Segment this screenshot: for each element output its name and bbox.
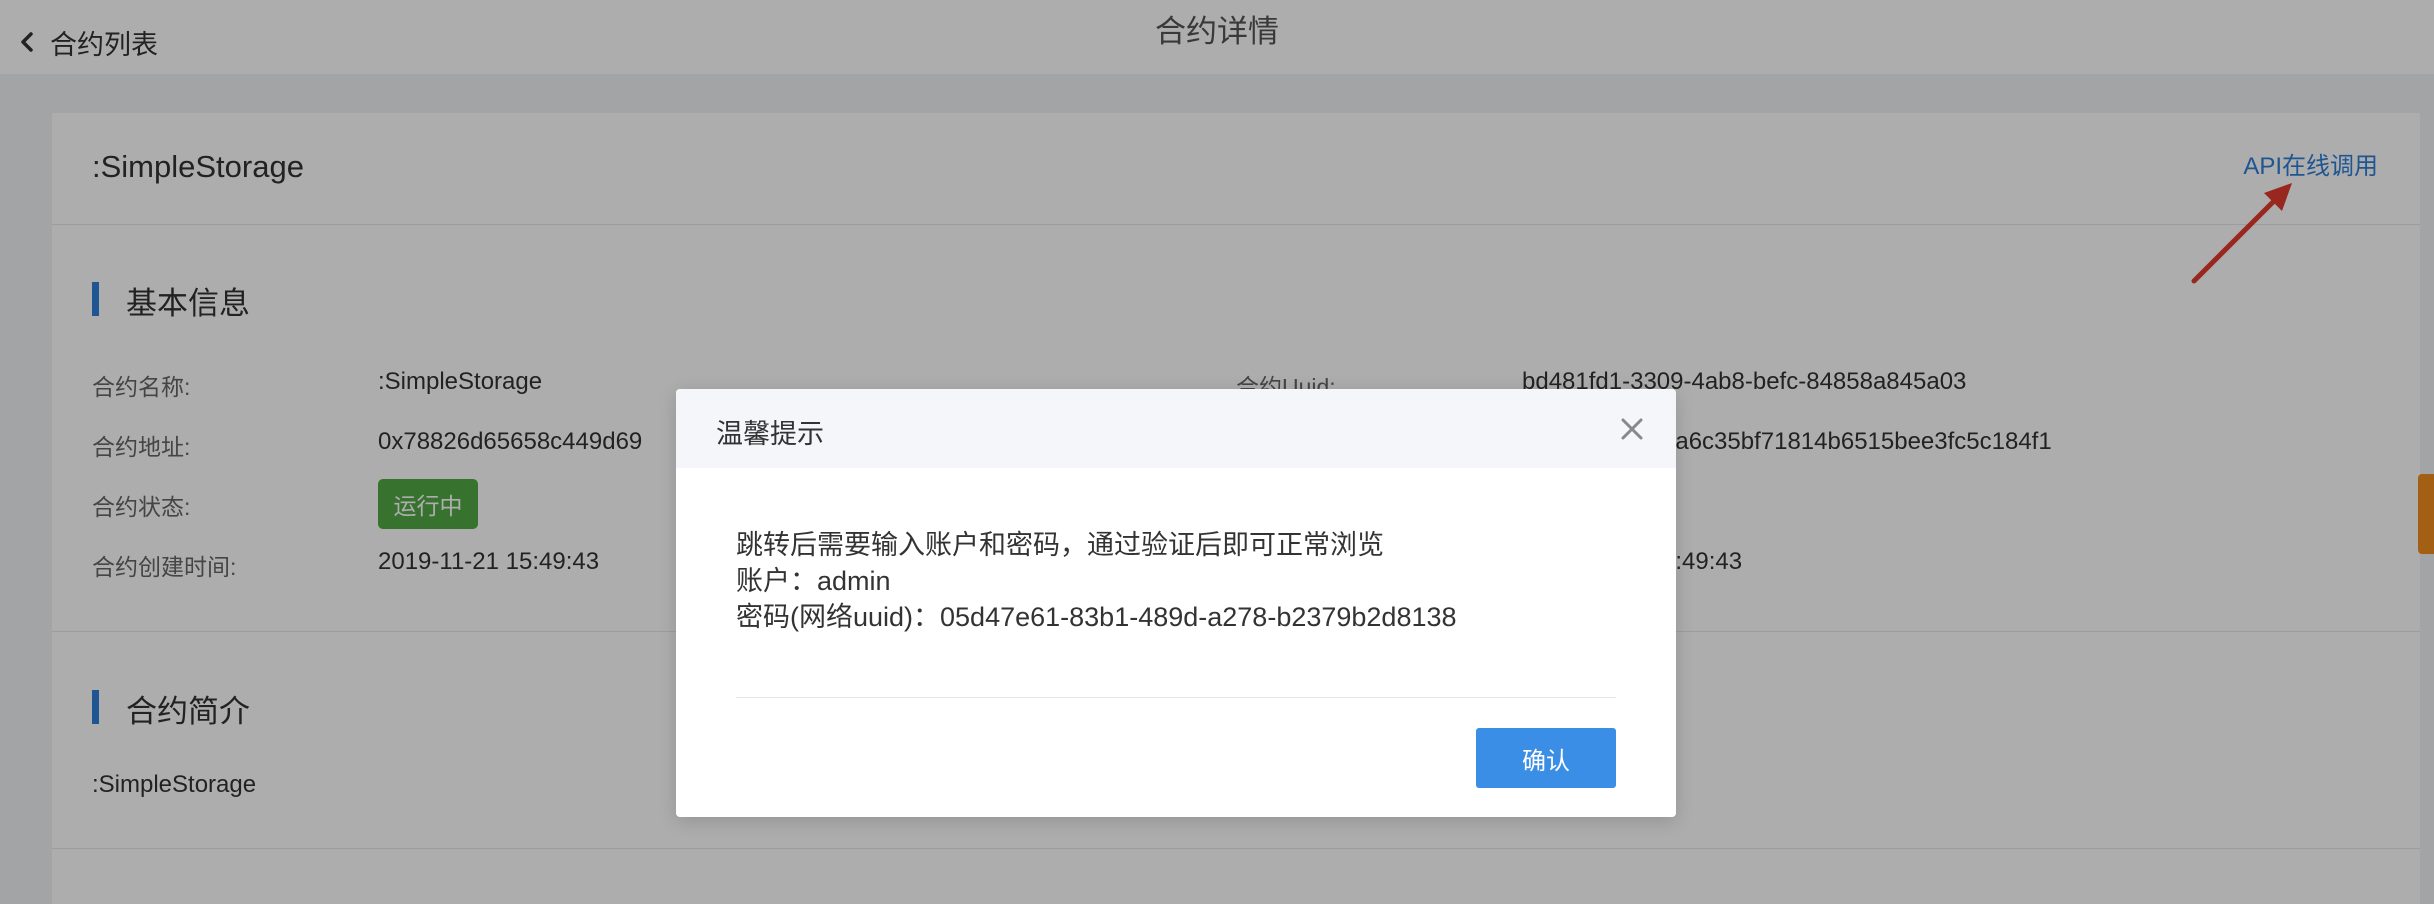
dialog-divider bbox=[736, 697, 1616, 698]
notice-dialog: 温馨提示 跳转后需要输入账户和密码，通过验证后即可正常浏览 账户：admin 密… bbox=[676, 389, 1676, 817]
dialog-password: 密码(网络uuid)：05d47e61-83b1-489d-a278-b2379… bbox=[736, 602, 1457, 632]
dialog-title: 温馨提示 bbox=[716, 419, 824, 449]
dialog-header: 温馨提示 bbox=[676, 389, 1676, 468]
dialog-body: 跳转后需要输入账户和密码，通过验证后即可正常浏览 账户：admin 密码(网络u… bbox=[736, 527, 1457, 635]
close-icon[interactable] bbox=[1618, 415, 1646, 443]
dialog-account: 账户：admin bbox=[736, 566, 891, 596]
confirm-button[interactable]: 确认 bbox=[1476, 728, 1616, 788]
dialog-message: 跳转后需要输入账户和密码，通过验证后即可正常浏览 bbox=[736, 530, 1384, 560]
